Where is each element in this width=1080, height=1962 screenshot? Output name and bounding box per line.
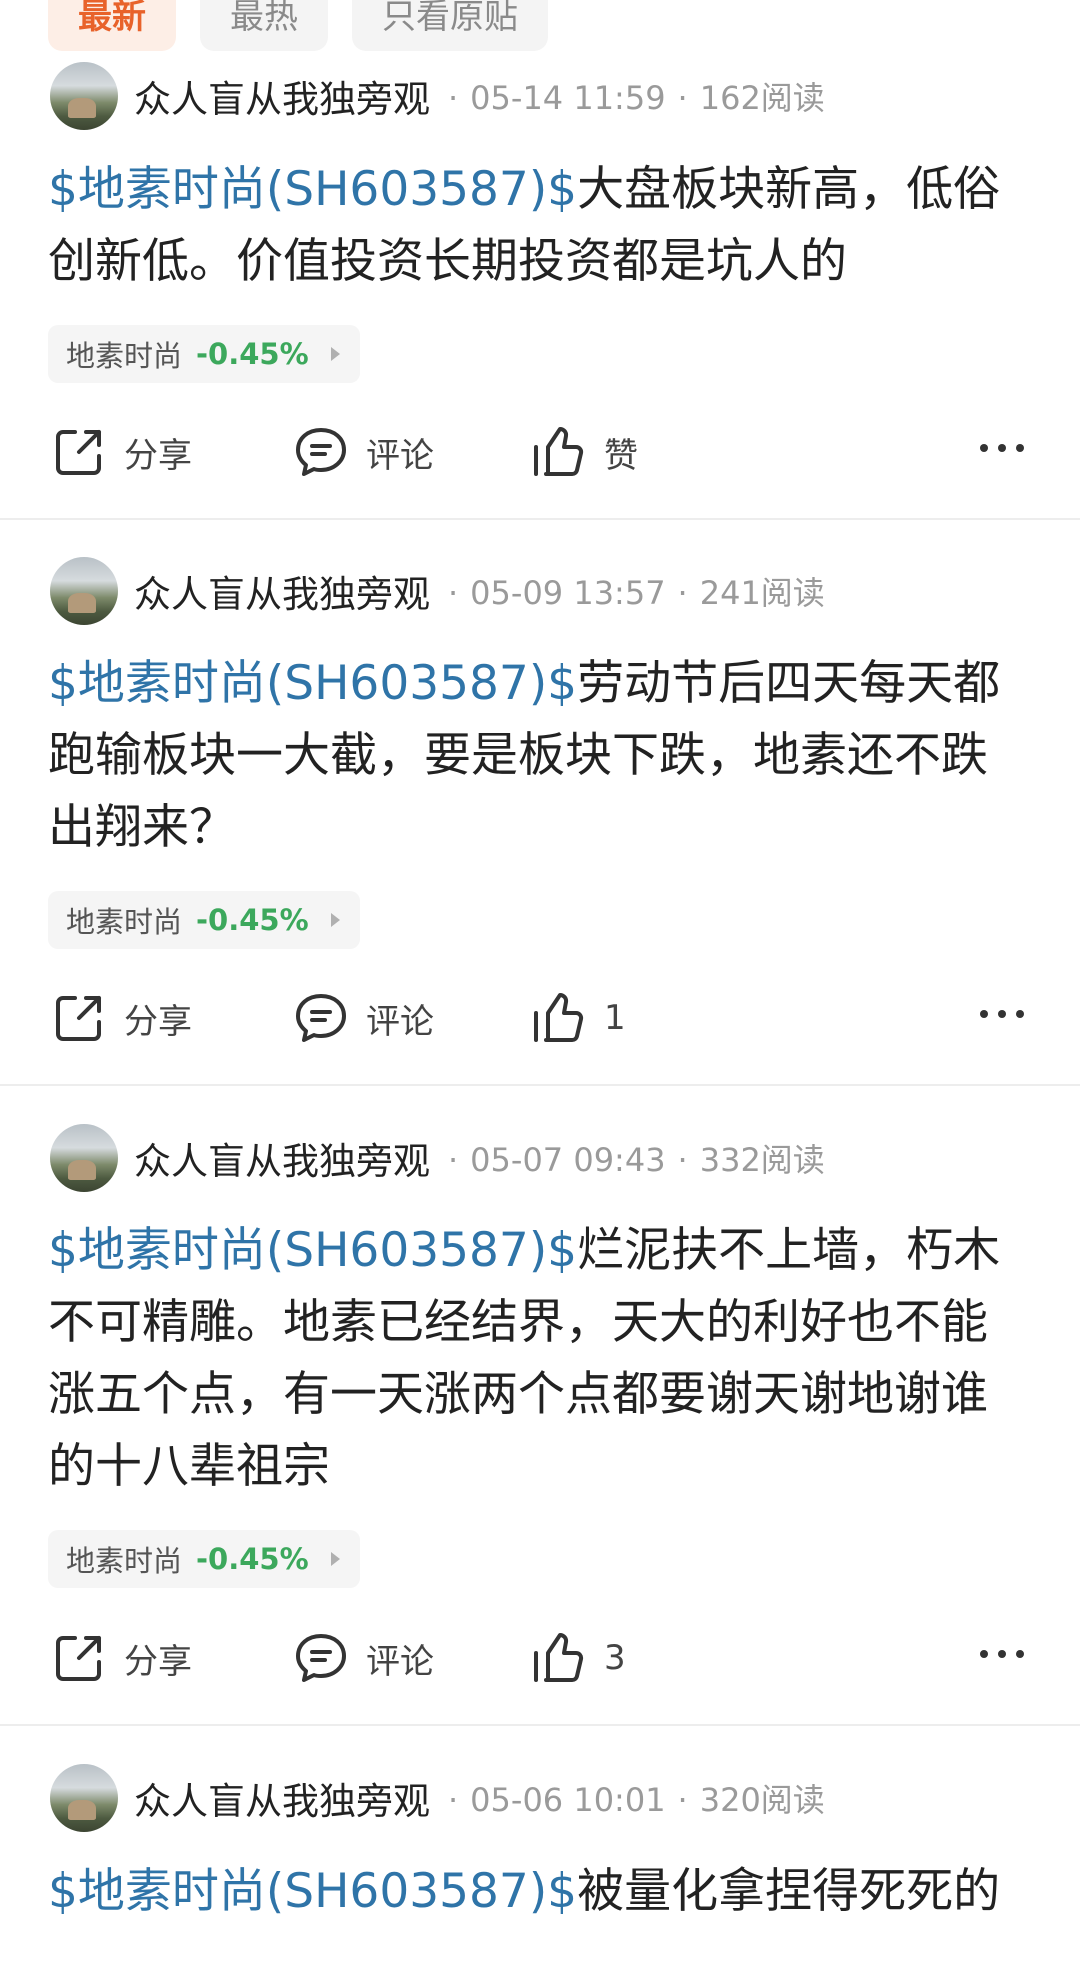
comment-icon (296, 428, 346, 476)
post-time: 05-07 09:43 (470, 1141, 666, 1179)
action-bar: 分享 评论 3 (0, 1626, 1080, 1690)
author-name[interactable]: 众人盲从我独旁观 (134, 564, 430, 618)
chevron-right-icon (330, 1552, 340, 1566)
post-text[interactable]: $地素时尚(SH603587)$被量化拿捏得死死的 (48, 1856, 1033, 1928)
post-header: 众人盲从我独旁观 · 05-07 09:43 · 332阅读 (50, 1124, 825, 1192)
post-header: 众人盲从我独旁观 · 05-09 13:57 · 241阅读 (50, 557, 825, 625)
stock-tag-link[interactable]: $地素时尚(SH603587)$ (48, 162, 577, 217)
comment-label: 评论 (366, 435, 434, 476)
more-icon[interactable] (980, 1010, 1024, 1018)
stock-chip[interactable]: 地素时尚 -0.45% (48, 325, 360, 383)
stock-chip-name: 地素时尚 (66, 905, 183, 939)
comment-icon (296, 1634, 346, 1682)
post-reads: 162阅读 (699, 79, 825, 117)
stock-tag-link[interactable]: $地素时尚(SH603587)$ (48, 1864, 577, 1919)
chevron-right-icon (330, 913, 340, 927)
avatar[interactable] (50, 1124, 118, 1192)
feed-page: 最新 最热 只看原贴 众人盲从我独旁观 · 05-14 11:59 · 162阅读 $… (0, 0, 1080, 1962)
thumbs-up-icon (534, 993, 584, 1042)
action-bar: 分享 评论 1 (0, 986, 1080, 1050)
thumbs-up-icon (534, 1633, 584, 1682)
stock-chip-name: 地素时尚 (66, 339, 183, 373)
post-time: 05-14 11:59 (470, 79, 666, 117)
like-button[interactable]: 赞 (530, 420, 638, 484)
stock-chip-change: -0.45% (196, 337, 309, 371)
post-header: 众人盲从我独旁观 · 05-14 11:59 · 162阅读 (50, 62, 825, 130)
author-name[interactable]: 众人盲从我独旁观 (134, 1771, 430, 1825)
share-button[interactable]: 分享 (50, 420, 192, 484)
like-count: 赞 (604, 435, 638, 476)
post-time: 05-06 10:01 (470, 1781, 666, 1819)
more-icon[interactable] (980, 1650, 1024, 1658)
share-icon (56, 1636, 101, 1681)
share-icon (56, 996, 101, 1041)
stock-tag-link[interactable]: $地素时尚(SH603587)$ (48, 656, 577, 711)
comment-button[interactable]: 评论 (292, 420, 434, 484)
filter-tabs: 最新 最热 只看原贴 (48, 0, 548, 51)
divider (0, 518, 1080, 520)
like-button[interactable]: 3 (530, 1626, 626, 1690)
stock-chip-change: -0.45% (196, 903, 309, 937)
tab-latest[interactable]: 最新 (48, 0, 176, 51)
chevron-right-icon (330, 347, 340, 361)
comment-label: 评论 (366, 1001, 434, 1042)
share-label: 分享 (124, 435, 192, 476)
post-text[interactable]: $地素时尚(SH603587)$大盘板块新高，低俗创新低。价值投资长期投资都是坑… (48, 154, 1033, 298)
stock-chip[interactable]: 地素时尚 -0.45% (48, 1530, 360, 1588)
stock-tag-link[interactable]: $地素时尚(SH603587)$ (48, 1223, 577, 1278)
thumbs-up-icon (534, 427, 584, 476)
comment-icon (296, 994, 346, 1042)
post-content: 被量化拿捏得死死的 (577, 1864, 1001, 1919)
avatar[interactable] (50, 557, 118, 625)
more-icon[interactable] (980, 444, 1024, 452)
post-reads: 320阅读 (699, 1781, 825, 1819)
share-button[interactable]: 分享 (50, 1626, 192, 1690)
author-name[interactable]: 众人盲从我独旁观 (134, 69, 430, 123)
post-text[interactable]: $地素时尚(SH603587)$烂泥扶不上墙，朽木不可精雕。地素已经结界，天大的… (48, 1215, 1033, 1503)
comment-button[interactable]: 评论 (292, 1626, 434, 1690)
comment-button[interactable]: 评论 (292, 986, 434, 1050)
post-meta: · 05-06 10:01 · 320阅读 (448, 1781, 825, 1819)
comment-label: 评论 (366, 1641, 434, 1682)
post-text[interactable]: $地素时尚(SH603587)$劳动节后四天每天都跑输板块一大截，要是板块下跌，… (48, 648, 1033, 864)
divider (0, 1084, 1080, 1086)
share-label: 分享 (124, 1001, 192, 1042)
tab-original-only[interactable]: 只看原贴 (352, 0, 548, 51)
avatar[interactable] (50, 62, 118, 130)
stock-chip-change: -0.45% (196, 1542, 309, 1576)
post-time: 05-09 13:57 (470, 574, 666, 612)
divider (0, 1724, 1080, 1726)
stock-chip[interactable]: 地素时尚 -0.45% (48, 891, 360, 949)
post-reads: 241阅读 (699, 574, 825, 612)
like-count: 3 (604, 1638, 626, 1678)
like-button[interactable]: 1 (530, 986, 626, 1050)
post-meta: · 05-07 09:43 · 332阅读 (448, 1141, 825, 1179)
stock-chip-name: 地素时尚 (66, 1544, 183, 1578)
share-label: 分享 (124, 1641, 192, 1682)
action-bar: 分享 评论 赞 (0, 420, 1080, 484)
share-icon (56, 430, 101, 475)
post-header: 众人盲从我独旁观 · 05-06 10:01 · 320阅读 (50, 1764, 825, 1832)
post-meta: · 05-14 11:59 · 162阅读 (448, 79, 825, 117)
post-meta: · 05-09 13:57 · 241阅读 (448, 574, 825, 612)
post-reads: 332阅读 (699, 1141, 825, 1179)
like-count: 1 (604, 998, 626, 1038)
avatar[interactable] (50, 1764, 118, 1832)
share-button[interactable]: 分享 (50, 986, 192, 1050)
tab-hottest[interactable]: 最热 (200, 0, 328, 51)
author-name[interactable]: 众人盲从我独旁观 (134, 1131, 430, 1185)
